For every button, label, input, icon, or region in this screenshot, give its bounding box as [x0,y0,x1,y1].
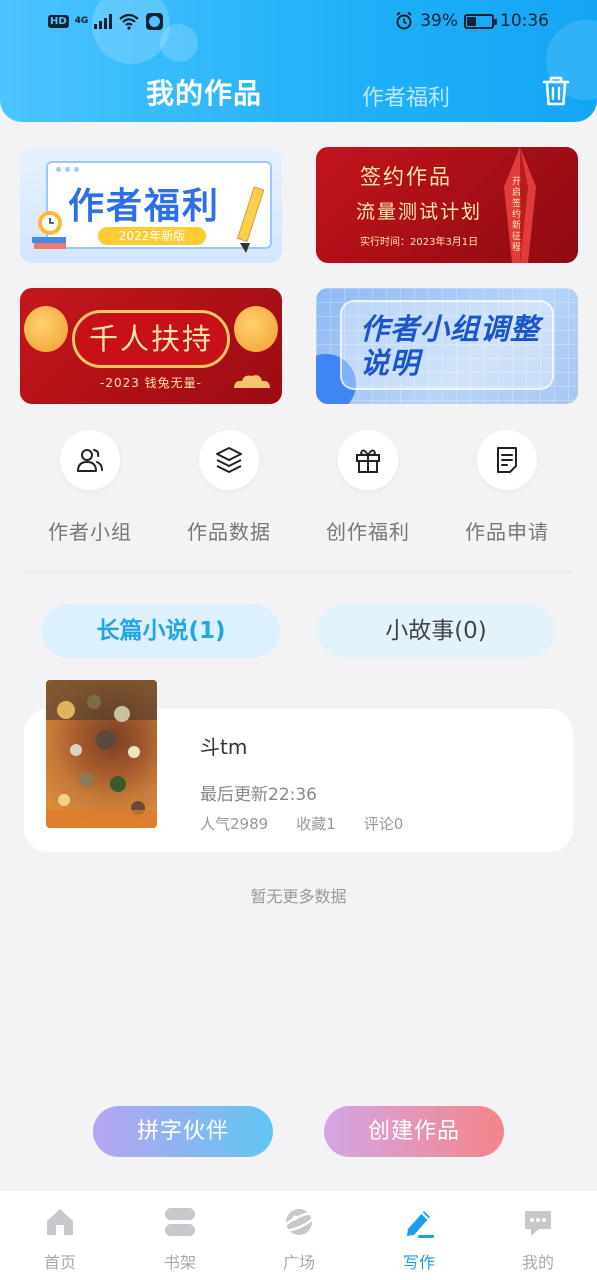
bottom-nav: 首页 书架 广场 写作 我的 [0,1190,597,1280]
work-title: 斗tm [200,735,248,759]
banner-title: 千人扶持 [72,310,230,368]
banner-title: 作者福利 [68,185,221,227]
entry-icon-wrap [60,430,120,490]
banner-line-3: 实行时间：2023年3月1日 [360,237,479,248]
app-notification-icon [146,12,164,30]
entry-icon-wrap [338,430,398,490]
battery-percent: 39% [420,11,458,31]
pencil-icon [236,186,265,253]
nav-item-bookshelf[interactable]: 书架 [140,1205,220,1273]
banner-subtitle: 2022年新版 [98,227,206,245]
banner-thousand-support[interactable]: 千人扶持 -2023 钱兔无量- [20,288,282,404]
tab-author-welfare[interactable]: 作者福利 [362,80,450,112]
entry-icon-wrap [199,430,259,490]
nav-label: 我的 [521,1253,554,1272]
network-label: 4G [74,16,89,26]
header: HD 4G 39% 10:36 我的作品 作者福利 [0,0,597,122]
lantern-icon [234,306,278,352]
nav-item-mine[interactable]: 我的 [498,1205,578,1273]
partner-button[interactable]: 拼字伙伴 [93,1106,273,1157]
work-popularity: 人气2989 [200,815,269,833]
tab-short-story[interactable]: 小故事(0) [317,604,555,658]
entry-label: 创作福利 [326,520,410,544]
banner-line-1: 签约作品 [360,165,452,189]
signal-icon [94,13,113,29]
trash-icon[interactable] [540,74,572,108]
window-dots [56,167,79,172]
planet-icon [282,1209,316,1235]
nav-label: 写作 [402,1253,435,1272]
cover-art [46,680,157,828]
entry-label: 作品申请 [465,520,549,544]
work-comments: 评论0 [363,815,404,833]
banner-title: 作者小组调整说明 [360,312,541,380]
clock-books-icon [32,211,66,249]
entry-icon-wrap [477,430,537,490]
entry-work-data[interactable]: 作品数据 [169,430,289,544]
divider [24,571,574,572]
banner-signed-works[interactable]: 签约作品 流量测试计划 实行时间：2023年3月1日 开启签约新征程 [316,147,578,263]
entry-creation-welfare[interactable]: 创作福利 [308,430,428,544]
tab-my-works[interactable]: 我的作品 [146,72,262,112]
entry-author-group[interactable]: 作者小组 [30,430,150,544]
work-favorites: 收藏1 [296,815,336,833]
home-icon [47,1209,73,1235]
clock: 10:36 [500,11,549,31]
banner-line-2: 流量测试计划 [356,201,483,223]
lantern-icon [24,306,68,352]
bookshelf-icon [165,1208,195,1236]
work-stats: 人气2989 收藏1 评论0 [200,813,403,834]
cloud-icon [234,375,270,388]
wifi-icon [119,13,140,30]
create-work-button[interactable]: 创建作品 [324,1106,504,1157]
nav-item-write[interactable]: 写作 [379,1205,459,1273]
tab-long-novel[interactable]: 长篇小说(1) [42,604,280,658]
banner-group-adjust[interactable]: 作者小组调整说明 [316,288,578,404]
banner-author-welfare[interactable]: 作者福利 2022年新版 [20,147,282,263]
document-icon [497,447,517,473]
gift-icon [356,449,380,473]
pen-icon [407,1211,434,1238]
hd-badge: HD [48,14,69,28]
entry-label: 作者小组 [48,520,132,544]
nav-item-home[interactable]: 首页 [20,1205,100,1273]
nav-label: 首页 [43,1253,76,1272]
banner-side-text: 开启签约新征程 [512,177,522,253]
chat-bubble-icon [525,1211,551,1236]
alarm-icon [396,11,412,30]
status-bar: HD 4G 39% 10:36 [0,10,597,36]
nav-item-plaza[interactable]: 广场 [259,1205,339,1273]
battery-icon [464,13,497,29]
users-icon [77,449,103,472]
nav-label: 广场 [282,1253,315,1272]
entry-work-apply[interactable]: 作品申请 [447,430,567,544]
nav-label: 书架 [163,1253,196,1272]
work-cover-image[interactable] [46,680,157,828]
entry-label: 作品数据 [187,520,271,544]
layers-icon [216,447,242,473]
work-last-update: 最后更新22:36 [200,785,317,805]
no-more-data: 暂无更多数据 [250,887,347,906]
